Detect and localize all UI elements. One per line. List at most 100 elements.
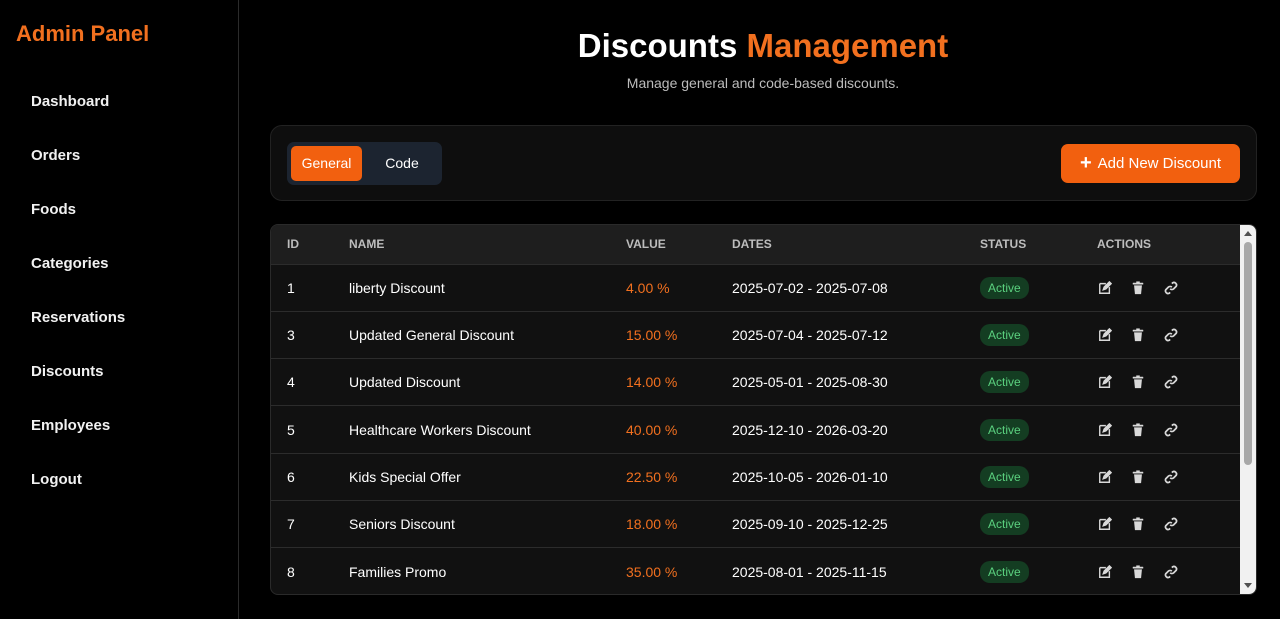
edit-icon[interactable] — [1097, 374, 1113, 390]
tab-code[interactable]: Code — [366, 146, 438, 181]
trash-icon[interactable] — [1130, 280, 1146, 296]
status-badge: Active — [980, 560, 1029, 583]
cell-name: Kids Special Offer — [349, 468, 461, 485]
sidebar-item-categories[interactable]: Categories — [0, 246, 239, 300]
column-header-status: STATUS — [980, 237, 1027, 252]
link-icon[interactable] — [1163, 280, 1179, 296]
cell-status: Active — [980, 359, 1097, 406]
cell-id: 8 — [287, 563, 295, 580]
status-badge: Active — [980, 276, 1029, 299]
table-row: 4 Updated Discount 14.00 % 2025-05-01 - 202… — [271, 358, 1242, 406]
sidebar-item-discounts[interactable]: Discounts — [0, 354, 239, 408]
trash-icon[interactable] — [1130, 564, 1146, 580]
cell-status: Active — [980, 311, 1097, 358]
table-row: 6 Kids Special Offer 22.50 % 2025-10-05 - 2… — [271, 453, 1242, 500]
table-scrollbar[interactable] — [1240, 225, 1256, 594]
cell-actions — [1097, 500, 1242, 547]
cell-value: 14.00 % — [626, 374, 678, 391]
cell-value: 35.00 % — [626, 563, 678, 580]
sidebar-item-dashboard[interactable]: Dashboard — [0, 84, 239, 138]
cell-value: 15.00 % — [626, 326, 678, 343]
table-row: 5 Healthcare Workers Discount 40.00 % 2025-… — [271, 405, 1242, 453]
column-header-dates: DATES — [732, 237, 772, 252]
link-icon[interactable] — [1163, 564, 1179, 580]
cell-name: Seniors Discount — [349, 516, 455, 533]
plus-icon: + — [1079, 151, 1092, 174]
discount-toolbar: General Code + Add New Discount — [270, 125, 1257, 201]
cell-name: Updated Discount — [349, 374, 461, 391]
cell-dates: 2025-08-01 - 2025-11-15 — [732, 563, 887, 580]
sidebar: Admin Panel Dashboard Orders Foods Categ… — [0, 0, 239, 619]
edit-icon[interactable] — [1097, 422, 1113, 438]
link-icon[interactable] — [1163, 469, 1179, 485]
cell-actions — [1097, 548, 1242, 594]
link-icon[interactable] — [1163, 516, 1179, 532]
cell-name: Families Promo — [349, 563, 447, 580]
edit-icon[interactable] — [1097, 327, 1113, 343]
link-icon[interactable] — [1163, 327, 1179, 343]
discounts-table-container: ID NAME VALUE DATES STATUS ACTIONS 1 libe… — [270, 224, 1257, 595]
cell-actions — [1097, 359, 1242, 406]
add-new-discount-button[interactable]: + Add New Discount — [1061, 144, 1240, 183]
edit-icon[interactable] — [1097, 280, 1113, 296]
cell-value: 22.50 % — [626, 468, 678, 485]
edit-icon[interactable] — [1097, 469, 1113, 485]
trash-icon[interactable] — [1130, 327, 1146, 343]
cell-id: 1 — [287, 279, 295, 296]
scroll-down-arrow-icon[interactable] — [1244, 583, 1252, 588]
scrollbar-thumb[interactable] — [1244, 242, 1252, 465]
status-badge: Active — [980, 513, 1029, 536]
cell-id: 4 — [287, 374, 295, 391]
cell-status: Active — [980, 548, 1097, 594]
cell-dates: 2025-07-04 - 2025-07-12 — [732, 326, 888, 343]
table-row: 1 liberty Discount 4.00 % 2025-07-02 - 2025… — [271, 264, 1242, 311]
cell-dates: 2025-07-02 - 2025-07-08 — [732, 279, 888, 296]
status-badge: Active — [980, 418, 1029, 441]
cell-id: 3 — [287, 326, 295, 343]
cell-id: 5 — [287, 421, 295, 438]
tab-general[interactable]: General — [291, 146, 363, 181]
cell-status: Active — [980, 264, 1097, 311]
link-icon[interactable] — [1163, 374, 1179, 390]
table-row: 8 Families Promo 35.00 % 2025-08-01 - 2025-… — [271, 547, 1242, 594]
cell-status: Active — [980, 500, 1097, 547]
link-icon[interactable] — [1163, 422, 1179, 438]
sidebar-item-reservations[interactable]: Reservations — [0, 300, 239, 354]
sidebar-nav: Dashboard Orders Foods Categories Reserv… — [0, 84, 239, 516]
discount-type-tabs: General Code — [287, 142, 442, 185]
status-badge: Active — [980, 371, 1029, 394]
trash-icon[interactable] — [1130, 422, 1146, 438]
page-title: Discounts Management — [240, 27, 1280, 65]
cell-status: Active — [980, 406, 1097, 453]
trash-icon[interactable] — [1130, 469, 1146, 485]
cell-dates: 2025-12-10 - 2026-03-20 — [732, 421, 888, 438]
cell-dates: 2025-05-01 - 2025-08-30 — [732, 374, 888, 391]
table-header-row: ID NAME VALUE DATES STATUS ACTIONS — [271, 225, 1242, 264]
add-new-discount-label: Add New Discount — [1097, 155, 1222, 172]
discounts-table: ID NAME VALUE DATES STATUS ACTIONS 1 libe… — [271, 225, 1242, 594]
trash-icon[interactable] — [1130, 516, 1146, 532]
cell-status: Active — [980, 453, 1097, 500]
cell-dates: 2025-10-05 - 2026-01-10 — [732, 468, 888, 485]
edit-icon[interactable] — [1097, 516, 1113, 532]
page-title-accent: Management — [746, 27, 949, 64]
table-row: 7 Seniors Discount 18.00 % 2025-09-10 - 202… — [271, 500, 1242, 547]
cell-value: 40.00 % — [626, 421, 678, 438]
page-subtitle: Manage general and code-based discounts. — [626, 75, 900, 91]
sidebar-item-orders[interactable]: Orders — [0, 138, 239, 192]
table-body: 1 liberty Discount 4.00 % 2025-07-02 - 2025… — [271, 264, 1242, 594]
column-header-value: VALUE — [626, 237, 666, 252]
cell-value: 18.00 % — [626, 516, 678, 533]
column-header-actions: ACTIONS — [1097, 237, 1151, 252]
edit-icon[interactable] — [1097, 564, 1113, 580]
scroll-up-arrow-icon[interactable] — [1244, 231, 1252, 236]
cell-name: Healthcare Workers Discount — [349, 421, 531, 438]
column-header-id: ID — [287, 237, 299, 252]
cell-actions — [1097, 264, 1242, 311]
main-content: Discounts Management Manage general and … — [240, 0, 1280, 619]
sidebar-item-employees[interactable]: Employees — [0, 408, 239, 462]
sidebar-item-foods[interactable]: Foods — [0, 192, 239, 246]
trash-icon[interactable] — [1130, 374, 1146, 390]
sidebar-item-logout[interactable]: Logout — [0, 462, 239, 516]
cell-actions — [1097, 453, 1242, 500]
